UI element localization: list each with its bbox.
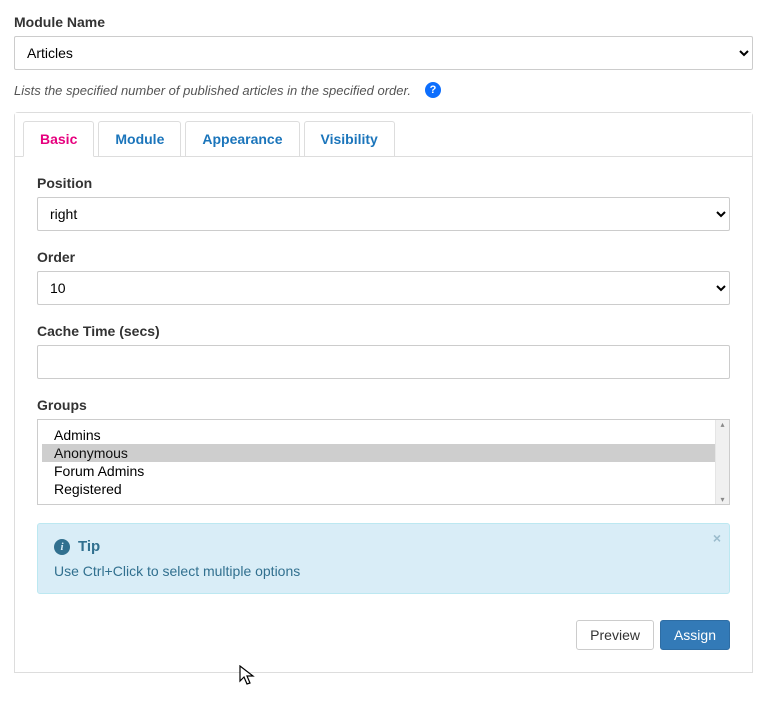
tip-body: Use Ctrl+Click to select multiple option… [54, 563, 713, 579]
module-description: Lists the specified number of published … [14, 83, 411, 98]
order-select[interactable]: 10 [37, 271, 730, 305]
cache-time-input[interactable] [37, 345, 730, 379]
groups-option[interactable]: Admins [42, 426, 725, 444]
groups-option[interactable]: Anonymous [42, 444, 725, 462]
assign-button[interactable]: Assign [660, 620, 730, 650]
tabs-container: Basic Module Appearance Visibility Posit… [14, 112, 753, 673]
close-icon[interactable]: × [713, 530, 721, 546]
scrollbar[interactable]: ▴▾ [715, 420, 729, 504]
groups-option[interactable]: Registered [42, 480, 725, 498]
position-select[interactable]: right [37, 197, 730, 231]
tab-strip: Basic Module Appearance Visibility [15, 113, 752, 157]
action-row: Preview Assign [37, 620, 730, 650]
tab-basic[interactable]: Basic [23, 121, 94, 157]
tip-heading: Tip [78, 538, 100, 555]
position-label: Position [37, 175, 730, 191]
module-name-select[interactable]: Articles [14, 36, 753, 70]
tip-box: × i Tip Use Ctrl+Click to select multipl… [37, 523, 730, 594]
groups-select[interactable]: AdminsAnonymousForum AdminsRegistered [38, 420, 729, 504]
tab-body-basic: Position right Order 10 Cache Time (secs… [15, 157, 752, 672]
tab-appearance[interactable]: Appearance [185, 121, 299, 156]
info-icon: i [54, 539, 70, 555]
tab-module[interactable]: Module [98, 121, 181, 156]
groups-option[interactable]: Forum Admins [42, 462, 725, 480]
groups-select-wrap: AdminsAnonymousForum AdminsRegistered ▴▾ [37, 419, 730, 505]
help-icon[interactable]: ? [425, 82, 441, 98]
order-label: Order [37, 249, 730, 265]
preview-button[interactable]: Preview [576, 620, 654, 650]
cache-time-label: Cache Time (secs) [37, 323, 730, 339]
module-name-label: Module Name [14, 14, 753, 30]
groups-label: Groups [37, 397, 730, 413]
tab-visibility[interactable]: Visibility [304, 121, 395, 156]
